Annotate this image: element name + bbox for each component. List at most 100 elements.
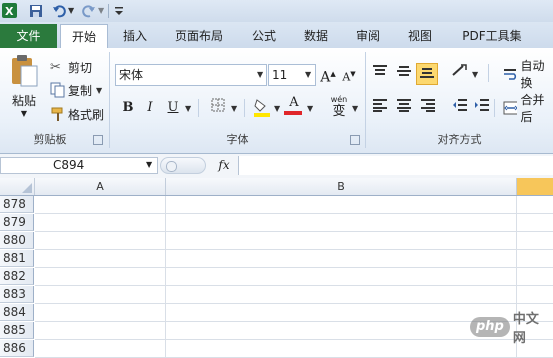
shrink-font-button[interactable]: A▼ [339, 64, 359, 84]
font-color-button[interactable]: A [284, 95, 304, 115]
tab-review[interactable]: 审阅 [346, 24, 390, 48]
phonetic-dropdown-icon[interactable]: ▼ [352, 104, 358, 113]
cell-c[interactable] [517, 214, 553, 232]
border-dropdown-icon[interactable]: ▼ [231, 104, 237, 113]
underline-button[interactable]: U [163, 98, 183, 118]
increase-indent-button[interactable] [472, 98, 492, 118]
decrease-indent-button[interactable] [450, 98, 470, 118]
tab-pdf-tools[interactable]: PDF工具集 [452, 24, 532, 48]
insert-function-button[interactable]: fx [214, 156, 234, 174]
font-color-dropdown-icon[interactable]: ▼ [307, 104, 313, 113]
select-all-corner[interactable] [0, 178, 35, 195]
cell-a[interactable] [35, 214, 166, 232]
copy-button[interactable]: 复制 ▼ [50, 80, 102, 100]
fill-color-dropdown-icon[interactable]: ▼ [274, 104, 280, 113]
cell-a[interactable] [35, 286, 166, 304]
scissors-icon: ✂ [50, 59, 61, 75]
tab-home[interactable]: 开始 [60, 24, 108, 50]
row-header[interactable]: 880 [0, 232, 34, 249]
row-header[interactable]: 884 [0, 304, 34, 321]
border-button[interactable] [208, 98, 228, 118]
align-left-button[interactable] [370, 98, 390, 118]
formula-input[interactable] [238, 156, 553, 175]
font-name-dropdown-icon[interactable]: ▼ [257, 70, 263, 79]
fill-color-button[interactable] [252, 97, 272, 117]
cell-b[interactable] [166, 286, 517, 304]
cut-button[interactable]: ✂ 剪切 [50, 57, 92, 77]
cell-c[interactable] [517, 286, 553, 304]
align-right-button[interactable] [418, 98, 438, 118]
tab-page-layout[interactable]: 页面布局 [165, 24, 233, 48]
customize-icon[interactable] [114, 3, 124, 18]
redo-dropdown-icon[interactable]: ▼ [98, 6, 104, 15]
merge-center-button[interactable]: 合并后 [503, 93, 553, 124]
cell-a[interactable] [35, 268, 166, 286]
toolbar-divider [494, 99, 495, 117]
toolbar-divider [198, 99, 199, 117]
cell-a[interactable] [35, 304, 166, 322]
cell-a[interactable] [35, 322, 166, 340]
underline-dropdown-icon[interactable]: ▼ [185, 104, 191, 113]
cell-a[interactable] [35, 196, 166, 214]
name-box-dropdown-icon[interactable]: ▼ [146, 160, 152, 169]
tab-insert[interactable]: 插入 [114, 24, 156, 48]
bold-button[interactable]: B [118, 98, 138, 118]
tab-data[interactable]: 数据 [294, 24, 338, 48]
cell-b[interactable] [166, 214, 517, 232]
undo-icon[interactable] [52, 3, 66, 18]
paste-dropdown-icon: ▼ [20, 109, 28, 118]
font-launcher-icon[interactable] [350, 135, 360, 145]
row-header[interactable]: 885 [0, 322, 34, 339]
cell-a[interactable] [35, 250, 166, 268]
format-painter-button[interactable]: 格式刷 [50, 104, 104, 124]
italic-button[interactable]: I [140, 98, 160, 118]
orientation-dropdown-icon[interactable]: ▼ [472, 70, 478, 79]
cell-b[interactable] [166, 268, 517, 286]
wrap-text-icon [504, 69, 517, 80]
align-top-button[interactable] [370, 63, 390, 83]
row-header[interactable]: 883 [0, 286, 34, 303]
paste-button[interactable]: 粘贴 ▼ [6, 54, 42, 132]
phonetic-button[interactable]: wén 变 [326, 94, 352, 120]
undo-dropdown-icon[interactable]: ▼ [68, 6, 74, 15]
align-middle-button[interactable] [394, 63, 414, 83]
font-size-dropdown-icon[interactable]: ▼ [305, 70, 311, 79]
tab-view[interactable]: 视图 [398, 24, 442, 48]
align-top-icon [373, 65, 387, 75]
cell-a[interactable] [35, 340, 166, 358]
cell-b[interactable] [166, 322, 517, 340]
name-box[interactable]: C894 ▼ [0, 157, 158, 174]
save-icon[interactable] [28, 3, 43, 18]
redo-icon[interactable] [82, 3, 96, 18]
font-name-box[interactable]: 宋体 [115, 64, 267, 86]
cell-b[interactable] [166, 304, 517, 322]
tab-formulas[interactable]: 公式 [242, 24, 286, 48]
cell-c[interactable] [517, 232, 553, 250]
orientation-button[interactable] [450, 63, 470, 83]
row-header[interactable]: 881 [0, 250, 34, 267]
cell-b[interactable] [166, 340, 517, 358]
align-bottom-button[interactable] [416, 63, 438, 85]
row-header[interactable]: 886 [0, 340, 34, 357]
column-header-a[interactable]: A [35, 178, 166, 195]
cell-b[interactable] [166, 250, 517, 268]
cell-c[interactable] [517, 196, 553, 214]
row-header[interactable]: 879 [0, 214, 34, 231]
align-center-button[interactable] [394, 98, 414, 118]
cell-b[interactable] [166, 196, 517, 214]
align-center-icon [397, 99, 411, 112]
clipboard-launcher-icon[interactable] [93, 135, 103, 145]
cell-c[interactable] [517, 268, 553, 286]
cell-a[interactable] [35, 232, 166, 250]
formula-bar-splitter[interactable] [160, 157, 206, 174]
wrap-text-button[interactable]: 自动换 [503, 59, 553, 90]
grow-font-button[interactable]: A▲ [318, 64, 338, 86]
column-header-b[interactable]: B [166, 178, 517, 195]
column-header-c[interactable] [517, 178, 553, 195]
cell-c[interactable] [517, 250, 553, 268]
copy-icon [50, 82, 65, 98]
tab-file[interactable]: 文件 [0, 24, 57, 48]
row-header[interactable]: 882 [0, 268, 34, 285]
cell-b[interactable] [166, 232, 517, 250]
row-header[interactable]: 878 [0, 196, 34, 213]
